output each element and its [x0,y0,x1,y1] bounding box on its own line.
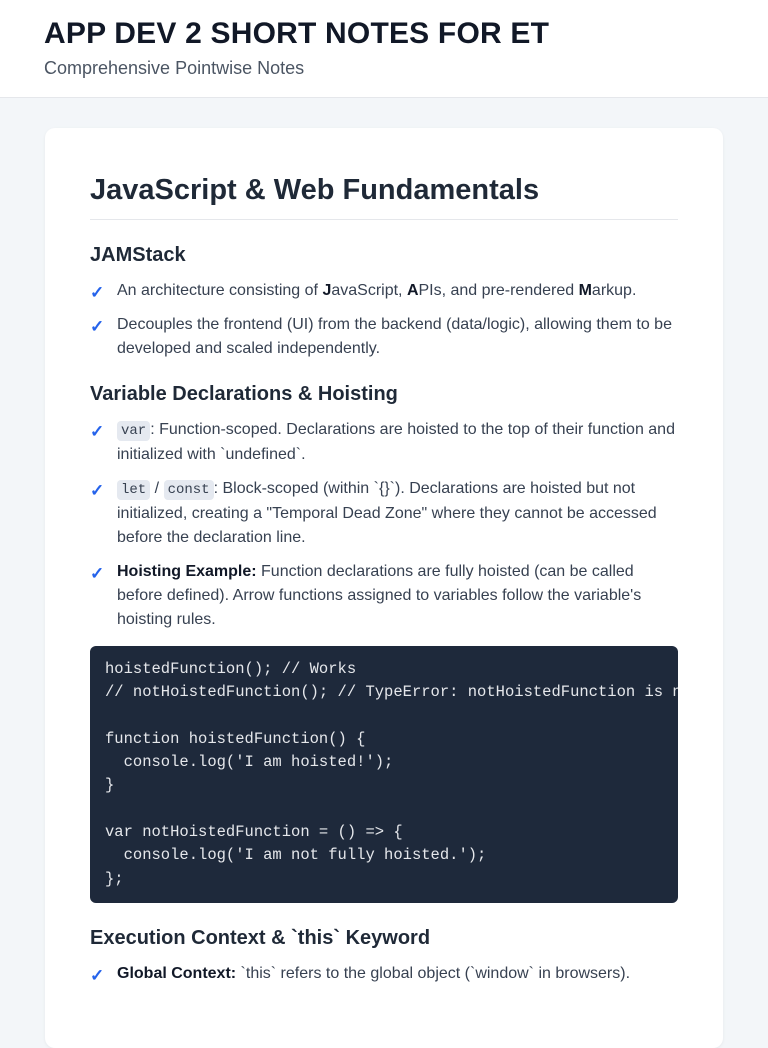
code-block: hoistedFunction(); // Works // notHoiste… [90,646,678,903]
execution-heading: Execution Context & `this` Keyword [90,926,431,949]
list-item: ✓ Global Context: `this` refers to the gl… [90,962,678,986]
check-icon: ✓ [90,481,105,500]
page-header: APP DEV 2 SHORT NOTES FOR ET Comprehensi… [0,0,768,98]
jamstack-heading: JAMStack [90,244,186,266]
check-icon: ✓ [90,965,105,985]
check-icon: ✓ [90,422,105,441]
variables-heading: Variable Declarations & Hoisting [90,383,398,405]
list-item: ✓ Decouples the frontend (UI) from the ba… [90,316,672,357]
list-item: ✓ An architecture consisting of JavaScrip… [90,279,678,303]
jamstack-list: ✓ An architecture consisting of JavaScrip… [90,279,678,361]
section-title: JavaScript & Web Fundamentals [90,174,678,220]
list-item: ✓ var: Function-scoped. Declarations are … [90,421,675,463]
execution-list: ✓ Global Context: `this` refers to the gl… [90,962,678,986]
check-icon: ✓ [90,564,105,583]
check-icon: ✓ [90,317,105,336]
check-icon: ✓ [90,283,105,302]
page-title: APP DEV 2 SHORT NOTES FOR ET [44,17,550,50]
page-subtitle: Comprehensive Pointwise Notes [44,58,305,78]
list-item: ✓ let / const: Block-scoped (within `{}`)… [90,480,657,546]
list-item: ✓ Hoisting Example: Function declarations… [90,563,642,628]
variables-list: ✓ var: Function-scoped. Declarations are … [90,418,678,632]
notes-card: JavaScript & Web Fundamentals JAMStack ✓… [45,128,723,1048]
